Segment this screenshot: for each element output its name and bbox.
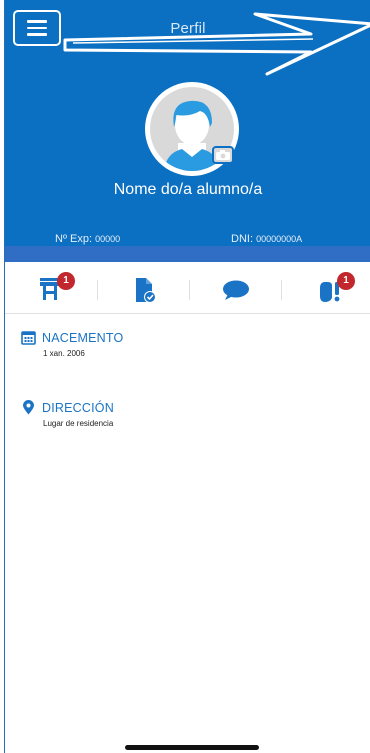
alerts-badge: 1 — [337, 272, 355, 290]
address-value: Lugar de residencia — [43, 419, 114, 428]
classroom-badge: 1 — [57, 272, 75, 290]
tab-documents[interactable] — [121, 270, 167, 310]
tab-divider — [189, 280, 190, 300]
profile-tabs: 1 1 — [5, 266, 370, 314]
annotation-arrow-icon — [63, 12, 370, 76]
header-band — [5, 246, 370, 262]
dni-label: DNI: — [231, 233, 253, 245]
birth-title: NACEMENTO — [42, 330, 124, 345]
tab-classroom[interactable]: 1 — [27, 270, 75, 310]
dni-number: DNI: 00000000A — [231, 233, 302, 245]
chat-bubble-icon — [223, 280, 249, 300]
document-check-icon — [136, 278, 156, 303]
camera-glyph-icon — [216, 150, 230, 160]
app-frame: Perfil Nome do/a alumno/a Nº Exp: 00000 … — [4, 0, 370, 753]
camera-icon[interactable] — [212, 146, 234, 164]
location-pin-icon — [23, 400, 34, 415]
exp-number: Nº Exp: 00000 — [55, 233, 120, 245]
student-name: Nome do/a alumno/a — [113, 181, 263, 198]
calendar-icon — [21, 331, 36, 345]
birth-value: 1 xan. 2006 — [43, 349, 85, 358]
birth-section: NACEMENTO 1 xan. 2006 — [21, 330, 123, 358]
tab-messages[interactable] — [213, 270, 259, 310]
dni-value: 00000000A — [256, 234, 303, 244]
exp-value: 00000 — [95, 234, 121, 244]
address-section: DIRECCIÓN Lugar de residencia — [21, 400, 114, 428]
home-indicator[interactable] — [125, 745, 259, 750]
exp-label: Nº Exp: — [55, 233, 93, 245]
tab-divider — [281, 280, 282, 300]
tab-divider — [97, 280, 98, 300]
tab-alerts[interactable]: 1 — [307, 270, 355, 310]
address-title: DIRECCIÓN — [42, 400, 114, 415]
